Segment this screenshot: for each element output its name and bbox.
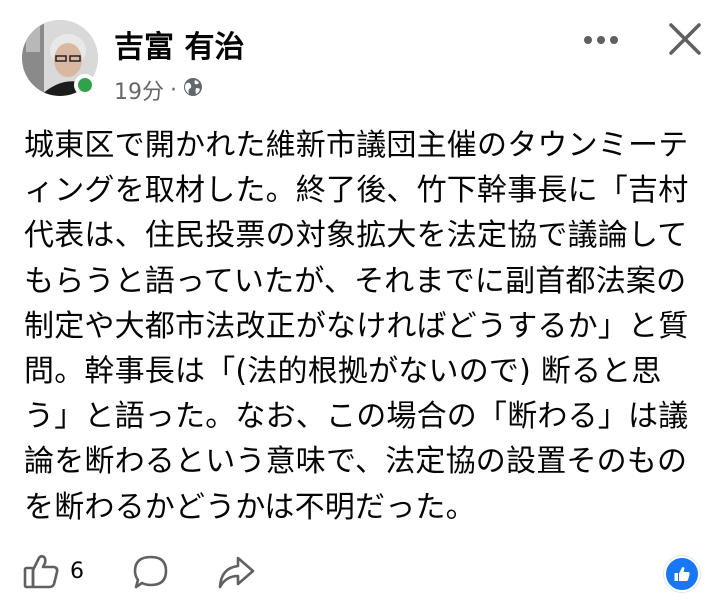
post-meta: 19分 · [114,74,203,106]
share-button[interactable] [216,554,256,592]
post-text-line: ィングを取材した。終了後、竹下幹事長に「吉村 [24,173,689,209]
online-status-dot [74,74,96,96]
post-actions-bar: 6 [0,548,720,600]
post-text-line: 問。幹事長は「(法的根拠がないので) 断ると思 [24,353,662,389]
author-name[interactable]: 吉富 有治 [114,22,244,66]
post-text-line: 制定や大都市法改正がなければどうするか」と質 [24,308,689,344]
meta-separator: · [170,77,177,103]
post-text-line: もらうと語っていたが、それまでに副首都法案の [24,263,687,299]
post-text-line: を断わるかどうかは不明だった。 [24,489,476,525]
post-timestamp[interactable]: 19分 [114,74,164,106]
globe-icon [183,77,203,103]
more-horizontal-icon [584,36,618,44]
more-options-button[interactable] [578,22,624,58]
comment-icon [133,555,168,589]
like-count: 6 [70,558,84,584]
post-text-line: 城東区で開かれた維新市議団主催のタウンミーテ [24,128,689,163]
post-text: 城東区で開かれた維新市議団主催のタウンミーテ ィングを取材した。終了後、竹下幹事… [24,123,692,530]
like-reaction-icon[interactable] [664,556,700,592]
thumbs-up-icon [23,554,59,589]
post-text-line: 代表は、住民投票の対象拡大を法定協で議論して [24,218,688,254]
like-button[interactable]: 6 [22,552,84,590]
close-icon [669,23,701,55]
close-button[interactable] [660,14,710,64]
post-text-line: う」と語った。なお、この場合の「断わる」は議 [24,399,689,435]
thumbs-up-icon [674,567,690,581]
comment-button[interactable] [132,554,170,592]
post-text-line: 論を断わるという意味で、法定協の設置そのもの [24,444,688,480]
share-icon [218,556,255,589]
